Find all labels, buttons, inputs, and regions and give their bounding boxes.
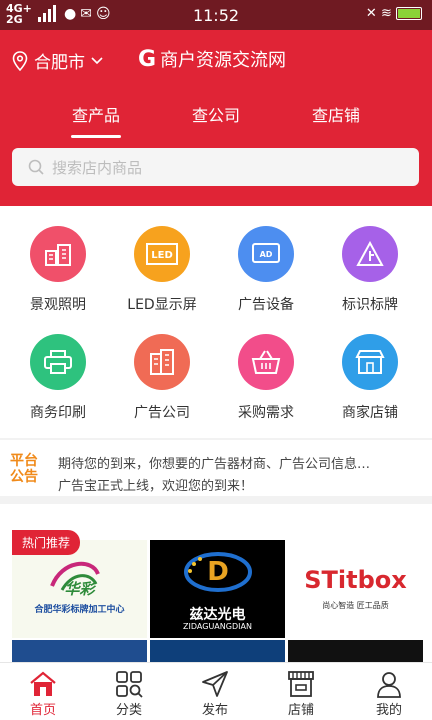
building-icon (30, 226, 86, 282)
category-ad-equipment[interactable]: AD 广告设备 (212, 226, 320, 314)
category-label: 采购需求 (238, 405, 294, 421)
category-procurement[interactable]: 采购需求 (212, 334, 320, 422)
hot-recommendations: 热门推荐 华彩 合肥华彩标牌加工中心 D 兹达光电 ZIDAGUANGDIAN … (0, 504, 432, 662)
bottom-nav: 首页 分类 发布 店铺 我的 (0, 662, 432, 720)
header: 合肥市 G 商户资源交流网 查产品 查公司 查店铺 搜索店内商品 (0, 30, 432, 206)
product-card[interactable]: D 兹达光电 ZIDAGUANGDIAN (150, 540, 285, 638)
silent-icon: ✕ (365, 6, 377, 21)
category-stores[interactable]: 商家店铺 (316, 334, 424, 422)
category-signage[interactable]: 标识标牌 (316, 226, 424, 314)
nav-me[interactable]: 我的 (346, 669, 432, 718)
svg-text:D: D (207, 557, 229, 587)
status-right: ✕ ≋ (366, 6, 422, 21)
category-label: 商家店铺 (342, 405, 398, 421)
product-sub: 华彩 (64, 580, 95, 598)
status-bar: 4G+ 2G ●✉☺ 11:52 ✕ ≋ (0, 0, 432, 30)
category-icon (86, 669, 172, 699)
city-selector[interactable]: 合肥市 (12, 48, 103, 73)
chevron-down-icon (91, 56, 103, 64)
tab-label: 查产品 (71, 106, 120, 125)
tab-products[interactable]: 查产品 (51, 102, 141, 138)
search-placeholder: 搜索店内商品 (52, 158, 143, 177)
category-label: 景观照明 (30, 297, 86, 313)
tab-label: 查公司 (191, 106, 240, 125)
nav-shop[interactable]: 店铺 (258, 669, 344, 718)
category-label: 广告公司 (134, 405, 190, 421)
notice-text-line1: 期待您的到来，你想要的广告器材商、广告公司信息… (58, 457, 371, 472)
category-label: 广告设备 (238, 297, 294, 313)
svg-text:AD: AD (260, 250, 273, 259)
hot-badge: 热门推荐 (12, 530, 81, 555)
tab-companies[interactable]: 查公司 (171, 102, 261, 126)
notice-text-line2: 广告宝正式上线，欢迎您的到来！ (58, 479, 254, 494)
platform-notice[interactable]: 平台 公告 期待您的到来，你想要的广告器材商、广告公司信息… 广告宝正式上线，欢… (0, 440, 432, 496)
search-tabs: 查产品 查公司 查店铺 (0, 94, 432, 138)
search-icon (28, 159, 44, 175)
category-printing[interactable]: 商务印刷 (4, 334, 112, 422)
send-icon (172, 669, 258, 699)
nav-label: 首页 (29, 703, 56, 718)
search-input[interactable]: 搜索店内商品 (12, 148, 419, 186)
printer-icon (30, 334, 86, 390)
category-label: LED显示屏 (127, 297, 197, 313)
led-icon: LED (134, 226, 190, 282)
category-label: 标识标牌 (342, 297, 398, 313)
product-title: 兹达光电 (189, 607, 246, 623)
ad-icon: AD (238, 226, 294, 282)
brand: G 商户资源交流网 (138, 46, 286, 72)
location-pin-icon (12, 50, 28, 71)
store-icon (342, 334, 398, 390)
svg-text:LED: LED (151, 250, 173, 261)
basket-icon (238, 334, 294, 390)
product-title: STitbox (304, 566, 407, 594)
product-card[interactable]: STitbox 尚心智造 匠工品质 (288, 540, 423, 638)
battery-icon (396, 7, 422, 20)
office-building-icon (134, 334, 190, 390)
category-ad-company[interactable]: 广告公司 (108, 334, 216, 422)
nav-category[interactable]: 分类 (86, 669, 172, 718)
notice-logo-line1: 平台 (10, 453, 38, 469)
product-strip (150, 640, 285, 662)
product-strip (288, 640, 423, 662)
tab-label: 查店铺 (311, 106, 360, 125)
nav-publish[interactable]: 发布 (172, 669, 258, 718)
product-strip (12, 640, 147, 662)
product-title: 合肥华彩标牌加工中心 (34, 605, 125, 615)
category-grid: 景观照明 LED LED显示屏 AD 广告设备 标识标牌 商务印刷 广告公司 采 (0, 206, 432, 438)
category-landscape-lighting[interactable]: 景观照明 (4, 226, 112, 314)
notice-logo-line2: 公告 (10, 469, 38, 485)
brand-logo: G (138, 46, 157, 72)
category-label: 商务印刷 (30, 405, 86, 421)
brand-name: 商户资源交流网 (160, 50, 287, 71)
nav-label: 分类 (115, 703, 142, 718)
tab-shops[interactable]: 查店铺 (291, 102, 381, 126)
nav-label: 发布 (201, 703, 228, 718)
product-sub: 尚心智造 匠工品质 (322, 601, 389, 610)
product-sub: ZIDAGUANGDIAN (183, 622, 252, 631)
home-icon (0, 669, 86, 699)
notice-logo: 平台 公告 (10, 453, 38, 485)
city-label: 合肥市 (34, 53, 85, 73)
category-led-screen[interactable]: LED LED显示屏 (108, 226, 216, 314)
wifi-icon: ≋ (380, 6, 392, 21)
user-icon (346, 669, 432, 699)
nav-label: 店铺 (287, 703, 314, 718)
sign-icon (342, 226, 398, 282)
nav-label: 我的 (375, 703, 402, 718)
shop-icon (258, 669, 344, 699)
nav-home[interactable]: 首页 (0, 669, 86, 718)
